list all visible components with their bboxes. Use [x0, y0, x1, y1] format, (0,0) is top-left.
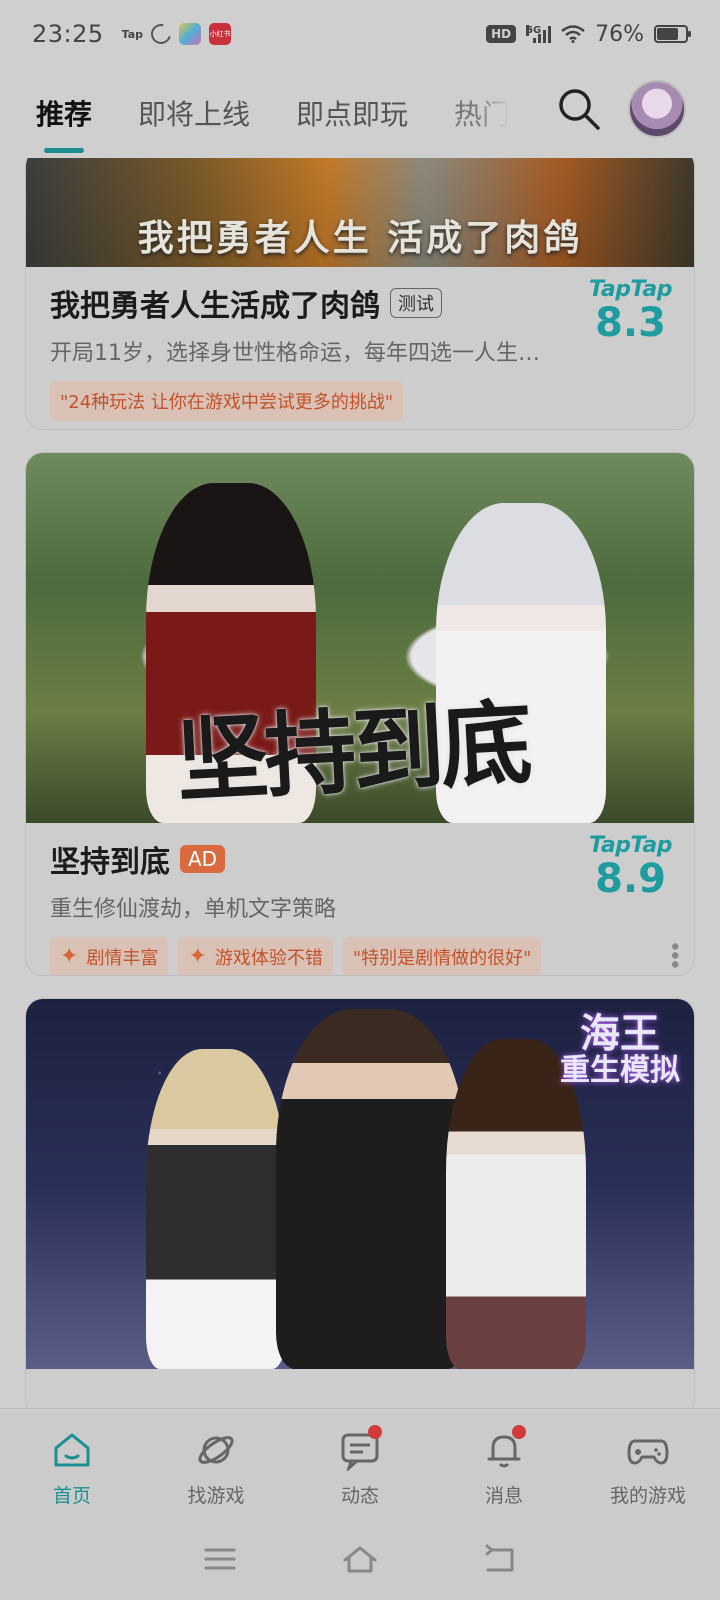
tab-upcoming[interactable]: 即将上线: [138, 93, 250, 133]
xiaohongshu-notify-icon: 小红书: [209, 23, 232, 45]
test-tag: 测试: [390, 288, 442, 318]
nav-my-games[interactable]: 我的游戏: [576, 1409, 720, 1518]
taptap-rating: TapTap 8.3: [589, 277, 672, 346]
top-tab-bar: 推荐 即将上线 即点即玩 热门: [0, 68, 720, 158]
battery-percent: 76%: [595, 21, 644, 47]
logo-line-2: 重生模拟: [560, 1053, 680, 1088]
tab-instant-play[interactable]: 即点即玩: [296, 93, 408, 133]
taptap-logo: TapTap: [589, 277, 672, 302]
status-bar: 23:25 Tap 小红书 HD 5G 76%: [0, 0, 720, 68]
tab-recommend[interactable]: 推荐: [36, 93, 92, 153]
rating-score: 8.3: [595, 300, 666, 346]
network-type: 5G: [526, 25, 542, 36]
card-body: 坚持到底 AD 重生修仙渡劫，单机文字策略 ✦ 剧情丰富 ✦ 游戏体验不错 "特…: [26, 823, 694, 975]
nav-discover[interactable]: 找游戏: [144, 1409, 288, 1518]
app-notify-icon: [179, 23, 202, 45]
chip-label: "特别是剧情做的很好": [352, 948, 532, 969]
chip-label: 剧情丰富: [86, 948, 159, 969]
home-system-icon[interactable]: [342, 1544, 378, 1574]
card-body: 我把勇者人生活成了肉鸽 测试 开局11岁，选择身世性格命运，每年四选一人生… "…: [26, 267, 694, 421]
system-navigation: [0, 1518, 720, 1600]
character-left: [146, 1049, 286, 1369]
sparkle-icon: ✦: [60, 944, 79, 969]
status-right: HD 5G 76%: [486, 21, 691, 47]
hd-icon: HD: [486, 25, 517, 43]
tab-popular[interactable]: 热门: [454, 93, 510, 133]
bottom-navigation: 首页 找游戏 动态 消息 我的游戏: [0, 1408, 720, 1518]
status-left-icons: Tap 小红书: [121, 20, 232, 48]
nav-home[interactable]: 首页: [0, 1409, 144, 1518]
taptap-notify-icon: Tap: [121, 27, 144, 41]
banner-caption: 我把勇者人生 活成了肉鸽: [137, 218, 583, 259]
wifi-icon: [561, 25, 585, 43]
game-subtitle: 重生修仙渡劫，单机文字策略: [50, 897, 337, 922]
menu-icon[interactable]: [202, 1544, 238, 1574]
ad-tag: AD: [180, 845, 226, 873]
game-logo-text: 坚持到底: [173, 689, 531, 816]
game-banner-image[interactable]: 坚持到底: [26, 453, 694, 823]
game-title: 我把勇者人生活成了肉鸽: [50, 289, 380, 324]
nav-label: 找游戏: [187, 1485, 245, 1507]
notification-dot: [512, 1425, 526, 1439]
back-icon[interactable]: [482, 1544, 518, 1574]
nav-label: 首页: [52, 1485, 91, 1507]
chip-label: 游戏体验不错: [214, 948, 323, 969]
taptap-rating: TapTap 8.9: [589, 833, 672, 902]
user-avatar[interactable]: [628, 80, 686, 138]
game-card[interactable]: 我把勇者人生 活成了肉鸽 我把勇者人生活成了肉鸽 测试 开局11岁，选择身世性格…: [25, 158, 695, 430]
nav-label: 消息: [484, 1485, 523, 1507]
battery-icon: [654, 25, 691, 43]
character-right: [446, 1039, 586, 1369]
taptap-logo: TapTap: [589, 833, 672, 858]
game-title-row: 我把勇者人生活成了肉鸽 测试: [50, 281, 670, 325]
review-chip[interactable]: ✦ 剧情丰富: [50, 937, 169, 975]
sparkle-icon: ✦: [188, 944, 207, 969]
more-options-icon[interactable]: •••: [661, 940, 686, 967]
game-title-row: 坚持到底 AD: [50, 837, 670, 881]
home-icon: [54, 1433, 90, 1467]
game-banner-image[interactable]: 我把勇者人生 活成了肉鸽: [26, 158, 694, 267]
search-icon[interactable]: [556, 86, 602, 132]
notification-dot: [368, 1425, 382, 1439]
logo-line-1: 海王: [580, 1011, 660, 1057]
nav-label: 我的游戏: [609, 1485, 686, 1507]
signal-icon: 5G: [526, 25, 552, 43]
review-chip[interactable]: "特别是剧情做的很好": [342, 937, 542, 975]
game-card[interactable]: 坚持到底 坚持到底 AD 重生修仙渡劫，单机文字策略 ✦ 剧情丰富 ✦ 游戏体验…: [25, 452, 695, 976]
rating-score: 8.9: [595, 856, 666, 902]
planet-icon: [198, 1436, 234, 1464]
status-time: 23:25: [32, 20, 104, 48]
game-banner-image[interactable]: 海王 重生模拟: [26, 999, 694, 1369]
nav-feed[interactable]: 动态: [288, 1409, 432, 1518]
nav-messages[interactable]: 消息: [432, 1409, 576, 1518]
review-chip[interactable]: "24种玩法 让你在游戏中尝试更多的挑战": [50, 381, 404, 421]
game-card[interactable]: 海王 重生模拟: [25, 998, 695, 1408]
character-center: [276, 1009, 466, 1369]
review-chips: ✦ 剧情丰富 ✦ 游戏体验不错 "特别是剧情做的很好": [50, 937, 670, 975]
game-subtitle: 开局11岁，选择身世性格命运，每年四选一人生…: [50, 341, 540, 366]
game-logo-text: 海王 重生模拟: [560, 1013, 680, 1087]
review-chip[interactable]: ✦ 游戏体验不错: [178, 937, 333, 975]
game-title: 坚持到底: [50, 845, 170, 880]
do-not-disturb-icon: [147, 20, 175, 48]
gamepad-icon: [627, 1439, 669, 1465]
review-chips: "24种玩法 让你在游戏中尝试更多的挑战": [50, 381, 670, 421]
nav-label: 动态: [340, 1485, 379, 1507]
game-feed[interactable]: 我把勇者人生 活成了肉鸽 我把勇者人生活成了肉鸽 测试 开局11岁，选择身世性格…: [0, 158, 720, 1408]
